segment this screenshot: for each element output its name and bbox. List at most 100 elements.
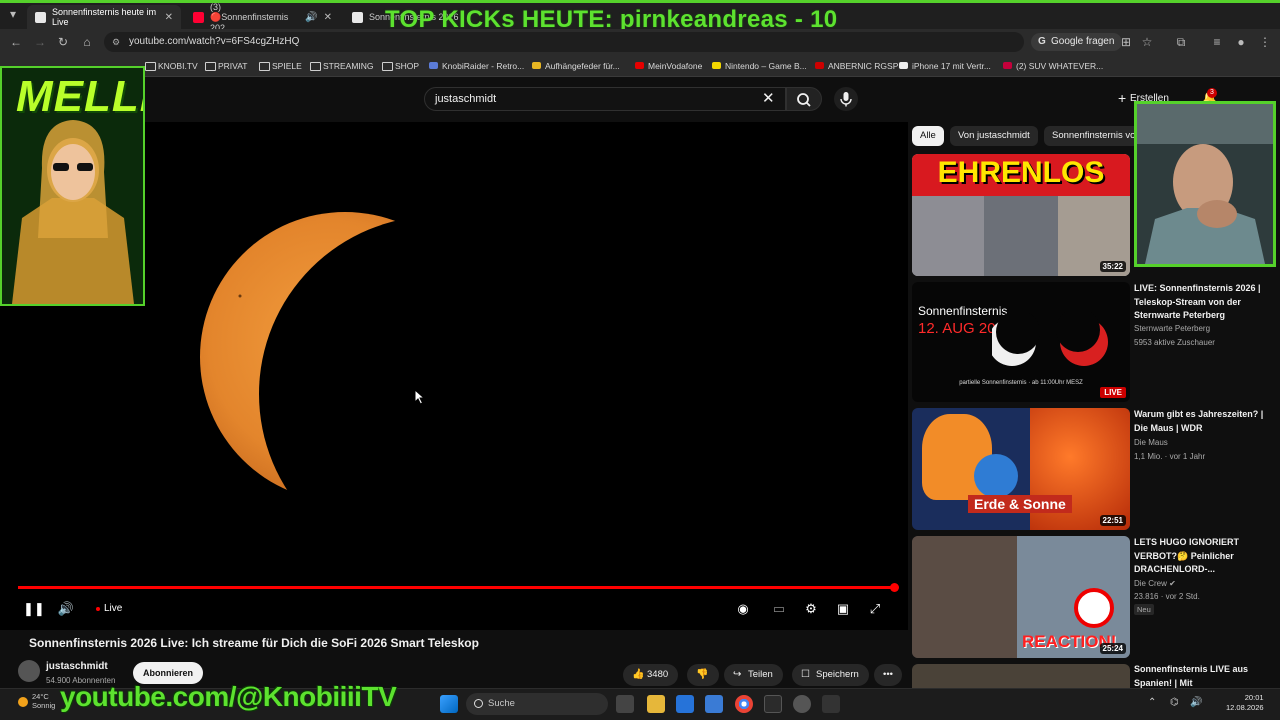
recommendation-title[interactable]: Warum gibt es Jahreszeiten? | Die Maus |… [1134,408,1274,435]
share-label: Teilen [748,669,773,680]
melli-label: MELLI [16,72,145,121]
recommendation-title[interactable]: LIVE: Sonnenfinsternis 2026 | Teleskop-S… [1134,282,1274,323]
forward-icon[interactable]: → [33,35,47,49]
channel-name[interactable]: justaschmidt [46,661,108,672]
like-button[interactable]: 👍 3480 [623,664,679,686]
reading-list-icon[interactable]: ≡ [1210,35,1224,49]
recommendation-meta: 23.816 · vor 2 Std. [1134,592,1200,601]
video-duration: 25:24 [1099,643,1126,654]
address-bar[interactable]: ⚙ youtube.com/watch?v=6FS4cgZHzHQ [104,32,1024,52]
like-count: 3480 [647,669,669,680]
live-indicator[interactable]: Live [96,600,122,618]
recommendation-channel[interactable]: Sternwarte Peterberg [1134,324,1210,333]
recommendation-channel[interactable]: Die Maus [1134,438,1168,447]
bookmark-folder[interactable]: SPIELE [259,59,302,73]
bookmark-star-icon[interactable]: ☆ [1140,35,1154,49]
weather-widget[interactable]: 24°C Sonnig [32,692,55,710]
dislike-button[interactable]: 👎 [687,664,719,686]
close-icon[interactable]: ✕ [165,12,173,23]
settings-app-icon[interactable] [705,695,723,713]
tray-chevron-icon[interactable]: ⌃ [1148,697,1156,708]
bookmark-link[interactable]: iPhone 17 mit Vertr... [899,59,991,73]
bookmark-folder[interactable]: SHOP [382,59,419,73]
clock-time: 20:01 [1244,693,1264,702]
translate-icon[interactable]: ⊞ [1119,35,1133,49]
taskbar-clock[interactable]: 20:01 12.08.2026 [1226,693,1264,713]
progress-bar[interactable] [18,586,895,589]
speaker-icon: 🔊 [305,11,318,23]
bookmark-link[interactable]: ANBERNIC RGSP [815,59,898,73]
tab-1[interactable]: Sonnenfinsternis heute im Live ✕ [27,5,181,29]
recommendation-thumbnail[interactable]: Erde & Sonne 22:51 [912,408,1130,530]
obs-icon[interactable] [793,695,811,713]
url-text: youtube.com/watch?v=6FS4cgZHzHQ [129,36,300,47]
task-view-icon[interactable] [616,695,634,713]
stop-sign-icon [1074,588,1114,628]
google-ask-button[interactable]: Google fragen [1031,33,1123,51]
chip-related[interactable]: Sonnenfinsternis vo [1044,126,1144,146]
volume-icon[interactable]: 🔊 [57,600,75,618]
bookmark-link[interactable]: MeinVodafone [635,59,702,73]
chrome-icon[interactable] [735,695,753,713]
settings-gear-icon[interactable]: ⚙ [802,600,820,618]
more-menu-icon[interactable]: ⋮ [1258,35,1272,49]
bookmark-link[interactable]: Nintendo – Game B... [712,59,807,73]
theater-mode-icon[interactable]: ▣ [834,600,852,618]
bookmark-link[interactable]: Aufhängefeder für... [532,59,620,73]
app-icon[interactable] [822,695,840,713]
reload-icon[interactable]: ↻ [56,35,70,49]
search-button[interactable] [786,87,822,111]
taskbar-search[interactable]: Suche [466,693,608,715]
share-button[interactable]: ↪ Teilen [724,664,783,686]
recommendation-thumbnail[interactable] [912,664,1130,688]
recommendation-title[interactable]: Sonnenfinsternis LIVE aus Spanien! | Mit [1134,663,1274,690]
eclipse-thumbnail-graphic [992,312,1108,366]
bookmark-link[interactable]: (2) SUV WHATEVER... [1003,59,1103,73]
youtube-header: justaschmidt ✕ Erstellen 🔔 3 [0,77,1280,122]
network-icon[interactable]: ⌬ [1170,697,1179,708]
search-input[interactable]: justaschmidt [424,87,786,111]
bookmark-folder[interactable]: PRIVAT [205,59,247,73]
pause-icon[interactable]: ❚❚ [23,600,45,618]
home-icon[interactable]: ⌂ [80,35,94,49]
fullscreen-icon[interactable]: ⤢ [866,600,884,618]
bookmark-folder[interactable]: KNOBI.TV [145,59,198,73]
app-icon[interactable] [764,695,782,713]
tab-menu-icon[interactable]: ▾ [6,7,20,21]
profile-avatar[interactable]: ● [1234,35,1248,49]
video-title: Sonnenfinsternis 2026 Live: Ich streame … [29,636,479,650]
autoplay-toggle-icon[interactable]: ◉ [734,600,752,618]
recommendation-thumbnail[interactable]: Sonnenfinsternis 12. AUG 2026 partielle … [912,282,1130,402]
subtitles-icon[interactable]: ▭ [770,600,788,618]
recommendation-channel[interactable]: Die Crew ✔ [1134,579,1176,588]
save-button[interactable]: ☐ Speichern [792,664,869,686]
store-icon[interactable] [676,695,694,713]
recommendation-meta: 5953 aktive Zuschauer [1134,338,1215,347]
windows-start-icon[interactable] [440,695,458,713]
weather-desc: Sonnig [32,701,56,710]
recommendation-thumbnail[interactable]: EHRENLOS 35:22 [912,154,1130,276]
recommendation-meta: 1,1 Mio. · vor 1 Jahr [1134,452,1206,461]
close-icon[interactable]: ✕ [324,12,332,23]
notification-count-badge: 3 [1207,88,1217,98]
chip-from-channel[interactable]: Von justaschmidt [950,126,1038,146]
extensions-icon[interactable]: ⧉ [1174,35,1188,49]
tab-2[interactable]: (3) 🔴Sonnenfinsternis 202 🔊 ✕ [185,2,340,33]
site-info-icon[interactable]: ⚙ [112,32,120,52]
webcam-feed-graphic [1137,104,1273,264]
recommendation-title[interactable]: LETS HUGO IGNORIERT VERBOT?🤔 Peinlicher … [1134,536,1274,577]
clear-search-icon[interactable]: ✕ [762,89,775,109]
clock-date: 12.08.2026 [1226,703,1264,712]
voice-search-button[interactable] [834,87,858,111]
file-explorer-icon[interactable] [647,695,665,713]
more-actions-button[interactable]: ••• [874,664,902,686]
bookmark-folder[interactable]: STREAMING [310,59,374,73]
progress-scrubber[interactable] [890,583,899,592]
weather-temp: 24°C [32,692,49,701]
recommendation-thumbnail[interactable]: REACTION! 25:24 [912,536,1130,658]
bookmark-link[interactable]: KnobiRaider - Retro... [429,59,524,73]
channel-avatar[interactable] [18,660,40,682]
back-icon[interactable]: ← [9,35,23,49]
volume-tray-icon[interactable]: 🔊 [1190,697,1202,708]
chip-all[interactable]: Alle [912,126,944,146]
